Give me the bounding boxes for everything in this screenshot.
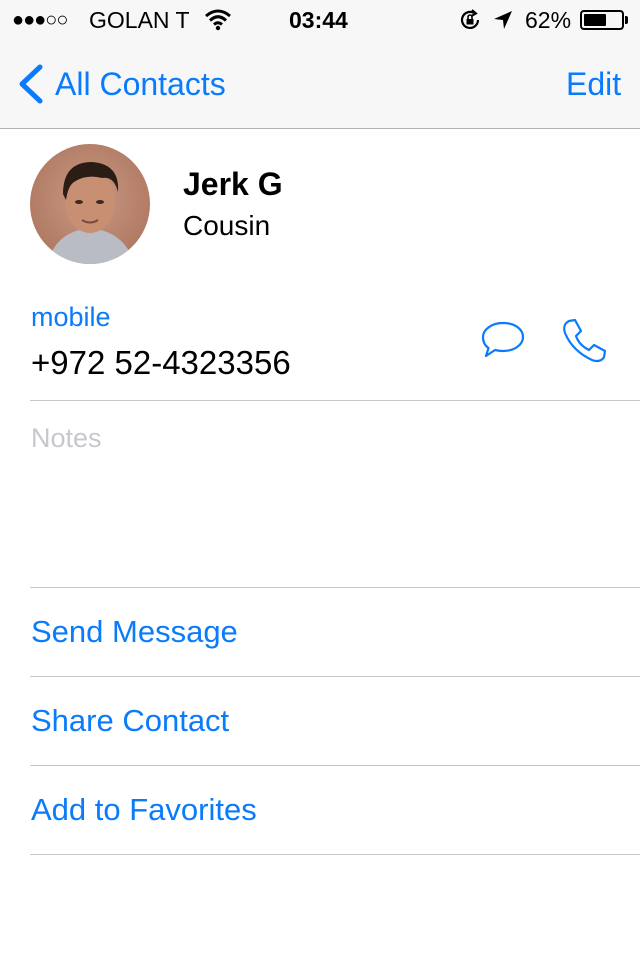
signal-strength: ●●●○○ (12, 9, 68, 31)
add-to-favorites-button[interactable]: Add to Favorites (31, 790, 257, 830)
separator (30, 400, 640, 401)
send-message-button[interactable]: Send Message (31, 612, 238, 652)
avatar-photo (30, 144, 150, 264)
contact-relation: Cousin (183, 210, 271, 241)
back-button-label: All Contacts (55, 66, 226, 102)
phone-label: mobile (31, 302, 111, 332)
battery-cap (625, 16, 628, 24)
phone-icon[interactable] (560, 318, 608, 364)
message-bubble-icon[interactable] (480, 320, 526, 360)
edit-button[interactable]: Edit (566, 40, 621, 128)
separator (30, 765, 640, 766)
status-bar: ●●●○○ GOLAN T 03:44 62% (0, 0, 640, 40)
phone-number[interactable]: +972 52-4323356 (31, 344, 291, 382)
separator (30, 587, 640, 588)
location-arrow-icon (494, 11, 512, 29)
contact-name: Jerk G (183, 166, 283, 202)
rotation-lock-icon (460, 9, 480, 29)
wifi-icon (205, 9, 231, 31)
battery-icon (580, 10, 624, 30)
status-time: 03:44 (289, 7, 348, 33)
separator (30, 676, 640, 677)
back-button[interactable]: All Contacts (12, 40, 252, 128)
battery-fill (584, 14, 606, 26)
separator (30, 854, 640, 855)
battery-percentage: 62% (525, 7, 572, 33)
notes-field[interactable]: Notes (31, 423, 102, 454)
back-chevron-icon (19, 64, 43, 104)
contact-avatar (30, 144, 150, 264)
navigation-bar: All Contacts Edit (0, 40, 640, 129)
share-contact-button[interactable]: Share Contact (31, 701, 229, 741)
carrier-name: GOLAN T (89, 7, 190, 33)
